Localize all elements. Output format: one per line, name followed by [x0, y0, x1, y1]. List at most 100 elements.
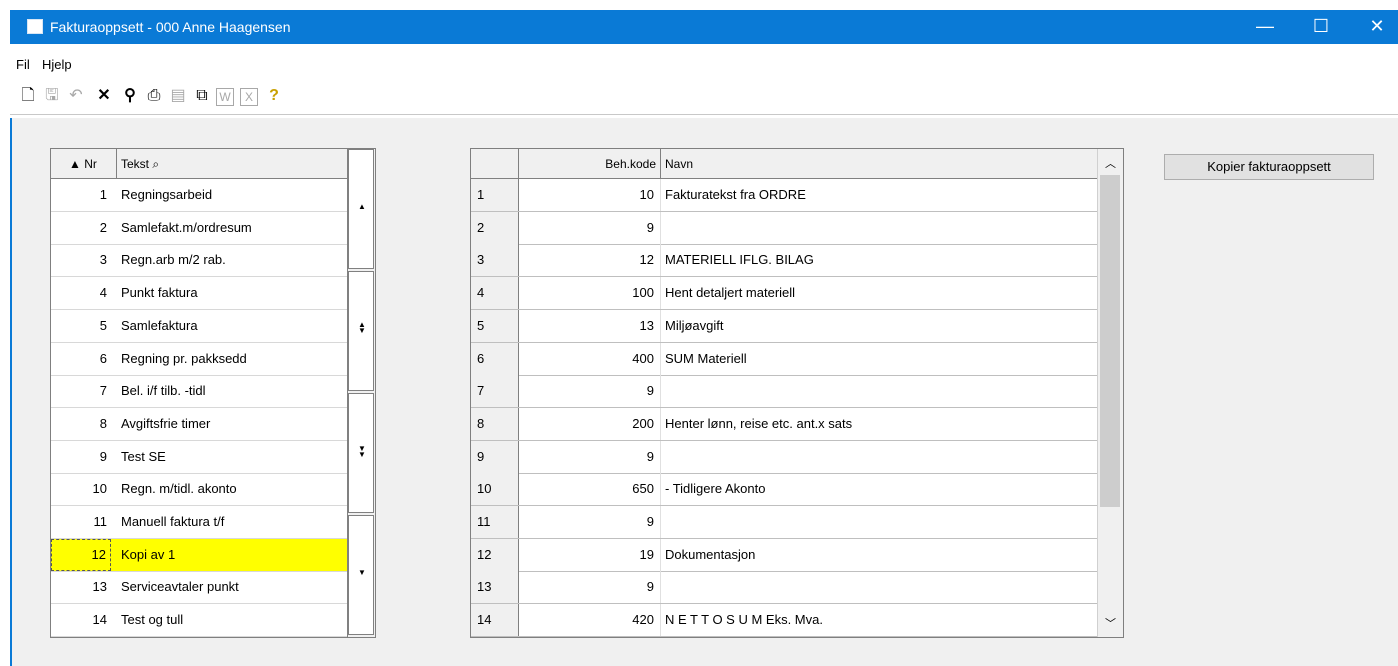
scroll-up-icon[interactable]: ︿	[1105, 155, 1116, 171]
edit-icon[interactable]: ▤	[168, 86, 188, 106]
behkode-cell[interactable]: 420	[519, 604, 661, 637]
minimize-button[interactable]: —	[1242, 10, 1288, 44]
row-header[interactable]: 2	[471, 211, 519, 244]
navn-cell[interactable]: N E T T O S U M Eks. Mva.	[663, 604, 1093, 636]
row-header[interactable]: 11	[471, 506, 519, 538]
grid-row[interactable]: 10 650- Tidligere Akonto	[471, 473, 1097, 507]
list-item[interactable]: 5 Samlefaktura	[51, 310, 347, 343]
behkode-cell[interactable]: 12	[519, 244, 661, 277]
list-item[interactable]: 8 Avgiftsfrie timer	[51, 408, 347, 441]
grid-row[interactable]: 29	[471, 211, 1097, 245]
row-header[interactable]: 10	[471, 473, 519, 506]
navn-cell[interactable]: Henter lønn, reise etc. ant.x sats	[663, 408, 1093, 440]
row-header[interactable]: 13	[471, 571, 519, 604]
column-header-navn[interactable]: Navn	[663, 149, 1083, 179]
column-header-tekst[interactable]: Tekst ⌕	[119, 149, 319, 179]
list-item[interactable]: 6 Regning pr. pakksedd	[51, 343, 347, 376]
list-item[interactable]: 4 Punkt faktura	[51, 277, 347, 311]
behkode-cell[interactable]	[519, 636, 661, 637]
column-header-behkode[interactable]: Beh.kode	[519, 149, 661, 178]
row-header[interactable]: 4	[471, 277, 519, 310]
behkode-cell[interactable]: 9	[519, 571, 661, 604]
grid-row[interactable]: 4 100 Hent detaljert materiell	[471, 277, 1097, 311]
column-header-nr[interactable]: ▲ Nr	[51, 149, 117, 179]
scroll-both-button[interactable]: ▲ ▼	[348, 271, 374, 391]
binoculars-icon[interactable]: ⚲	[120, 86, 140, 106]
row-header[interactable]: 5	[471, 309, 519, 342]
row-header[interactable]: 1	[471, 179, 519, 211]
behkode-cell[interactable]: 100	[519, 277, 661, 310]
behkode-cell[interactable]: 10	[519, 179, 661, 211]
navn-cell[interactable]: Hent detaljert materiell	[663, 277, 1093, 309]
copy-invoice-setup-button[interactable]: Kopier fakturaoppsett	[1164, 154, 1374, 180]
navn-cell[interactable]: SUM Materiell	[663, 343, 1093, 375]
row-header[interactable]: 3	[471, 244, 519, 277]
new-icon[interactable]: 🗋	[18, 86, 38, 106]
list-item[interactable]: 1 Regningsarbeid	[51, 179, 347, 212]
navn-cell[interactable]: Fakturatekst fra ORDRE	[663, 179, 1093, 211]
menu-hjelp[interactable]: Hjelp	[42, 57, 72, 72]
row-header[interactable]: 9	[471, 440, 519, 473]
navn-cell[interactable]: - Tidligere Akonto	[663, 473, 1093, 505]
list-item[interactable]: 9 Test SE	[51, 441, 347, 474]
behkode-cell[interactable]: 13	[519, 309, 661, 342]
behkode-cell[interactable]: 650	[519, 473, 661, 506]
grid-row[interactable]: 3 12 MATERIELL IFLG. BILAG	[471, 244, 1097, 278]
list-item[interactable]: 10 Regn. m/tidl. akonto	[51, 473, 347, 507]
scroll-down-icon[interactable]: ﹀	[1105, 615, 1116, 631]
grid-scrollbar[interactable]: ︿ ﹀	[1097, 149, 1123, 637]
delete-icon[interactable]: ✕	[94, 86, 114, 106]
invoice-lines-grid[interactable]: Beh.kode Navn 1 10 Fakturatekst fra ORDRE 2…	[470, 148, 1124, 638]
list-item[interactable]: 12 Kopi av 1	[51, 538, 347, 572]
behkode-cell[interactable]: 9	[519, 506, 661, 538]
scroll-down-step-button[interactable]: ▼ ▼	[348, 393, 374, 513]
grid-row[interactable]: 5 13 Miljøavgift	[471, 309, 1097, 343]
scroll-thumb[interactable]	[1100, 175, 1120, 507]
list-item[interactable]: 15 Innestående hittil	[51, 637, 347, 638]
save-icon[interactable]: 🖫	[42, 86, 62, 106]
copy-icon[interactable]: ⧉	[192, 86, 212, 106]
grid-row[interactable]: 12 19 Dokumentasjon	[471, 538, 1097, 572]
list-item[interactable]: 3 Regn.arb m/2 rab.	[51, 244, 347, 278]
behkode-cell[interactable]: 19	[519, 538, 661, 571]
grid-row[interactable]: 15	[471, 636, 1097, 637]
grid-row[interactable]: 11 9	[471, 506, 1097, 539]
title-bar[interactable]: Fakturaoppsett - 000 Anne Haagensen — ☐ …	[10, 10, 1398, 44]
behkode-cell[interactable]: 9	[519, 375, 661, 408]
row-header[interactable]: 8	[471, 407, 519, 440]
list-item[interactable]: 13 Serviceavtaler punkt	[51, 571, 347, 605]
list-item[interactable]: 11 Manuell faktura t/f	[51, 506, 347, 539]
behkode-cell[interactable]: 9	[519, 211, 661, 244]
help-icon[interactable]: ?	[264, 86, 284, 106]
navn-cell[interactable]: Dokumentasjon	[663, 539, 1093, 571]
maximize-button[interactable]: ☐	[1298, 10, 1344, 44]
printer-icon[interactable]: ⎙	[144, 86, 164, 106]
row-header[interactable]: 12	[471, 538, 519, 571]
list-item[interactable]: 2 Samlefakt.m/ordresum	[51, 212, 347, 245]
invoice-setup-list[interactable]: ▲ Nr Tekst ⌕ 1 Regningsarbeid 2 Samlefakt.m…	[50, 148, 376, 638]
grid-row[interactable]: 79	[471, 375, 1097, 409]
page-up-button[interactable]: ▲	[348, 149, 374, 269]
row-header[interactable]: 6	[471, 342, 519, 375]
row-header[interactable]: 14	[471, 604, 519, 637]
grid-row[interactable]: 1 10 Fakturatekst fra ORDRE	[471, 179, 1097, 212]
row-header[interactable]: 15	[471, 636, 519, 637]
grid-row[interactable]: 6 400 SUM Materiell	[471, 342, 1097, 376]
undo-icon[interactable]: ↶	[66, 86, 86, 106]
excel-export-icon[interactable]: X	[240, 88, 258, 106]
list-item[interactable]: 14 Test og tull	[51, 604, 347, 637]
behkode-cell[interactable]: 9	[519, 440, 661, 473]
menu-fil[interactable]: Fil	[16, 57, 30, 72]
close-button[interactable]: ✕	[1354, 10, 1398, 44]
grid-row[interactable]: 8 200 Henter lønn, reise etc. ant.x sats	[471, 407, 1097, 441]
row-header[interactable]: 7	[471, 375, 519, 408]
word-export-icon[interactable]: W	[216, 88, 234, 106]
navn-cell[interactable]: MATERIELL IFLG. BILAG	[663, 244, 1093, 276]
grid-row[interactable]: 99	[471, 440, 1097, 474]
list-item[interactable]: 7 Bel. i/f tilb. -tidl	[51, 375, 347, 409]
list-scrollbar[interactable]: ▲ ▲ ▼ ▼ ▼ ▼	[347, 149, 375, 637]
grid-row[interactable]: 14 420 N E T T O S U M Eks. Mva.	[471, 604, 1097, 637]
navn-cell[interactable]: Miljøavgift	[663, 310, 1093, 342]
behkode-cell[interactable]: 200	[519, 407, 661, 440]
behkode-cell[interactable]: 400	[519, 342, 661, 375]
